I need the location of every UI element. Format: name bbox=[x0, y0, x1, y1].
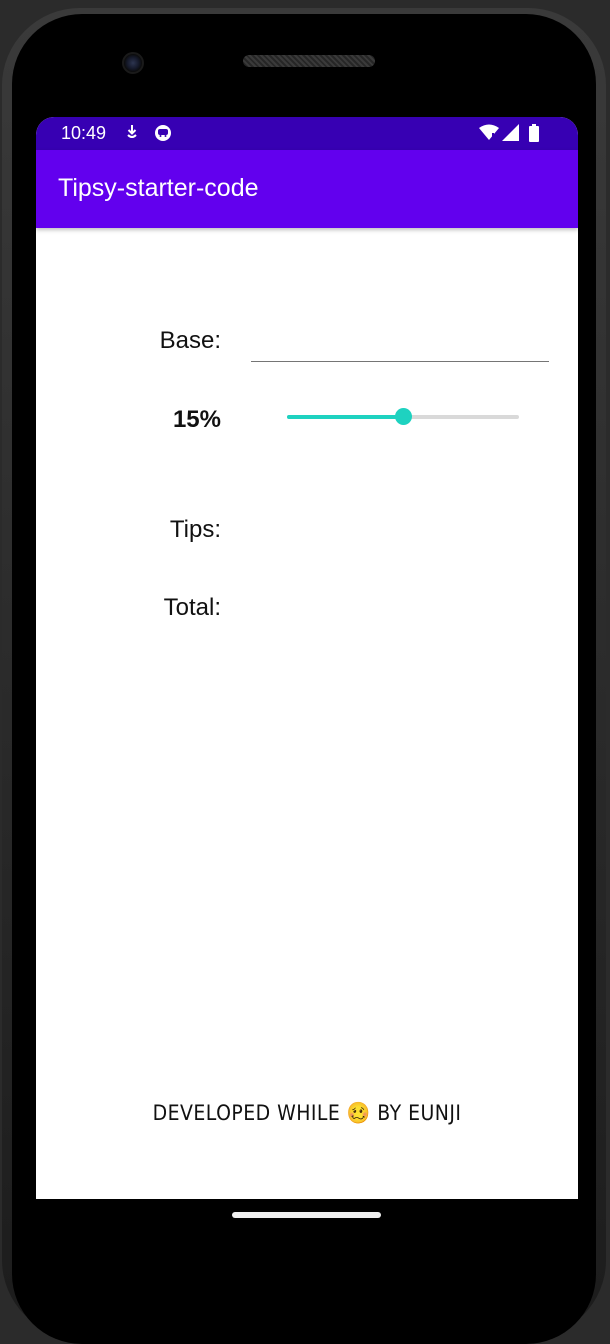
android-face-icon bbox=[154, 124, 172, 146]
slider-thumb[interactable] bbox=[395, 408, 412, 425]
app-bar: Tipsy-starter-code bbox=[36, 150, 578, 228]
woozy-face-emoji-icon: 🥴 bbox=[346, 1101, 371, 1125]
footer-text-before: DEVELOPED WHILE bbox=[152, 1101, 341, 1125]
front-camera-icon bbox=[122, 52, 144, 74]
slider-active-track bbox=[287, 415, 403, 419]
tip-percent-label: 15% bbox=[172, 406, 221, 433]
earpiece-speaker bbox=[243, 55, 375, 67]
wifi-icon bbox=[479, 124, 499, 145]
total-label: Total: bbox=[163, 594, 221, 621]
phone-screen: 10:49 Tipsy-starter-code Base: 15% Tips:… bbox=[36, 117, 578, 1199]
tips-label: Tips: bbox=[169, 516, 221, 543]
base-label: Base: bbox=[159, 327, 221, 354]
app-title: Tipsy-starter-code bbox=[58, 174, 259, 202]
home-indicator[interactable] bbox=[232, 1212, 381, 1218]
battery-icon bbox=[529, 124, 539, 146]
footer-text-after: BY EUNJI bbox=[377, 1101, 462, 1125]
tip-percent-slider[interactable] bbox=[287, 408, 519, 425]
download-icon bbox=[125, 124, 139, 144]
status-bar: 10:49 bbox=[36, 117, 578, 150]
footer-credit: DEVELOPED WHILE 🥴 BY EUNJI bbox=[63, 1101, 551, 1126]
cellular-signal-icon bbox=[502, 124, 519, 145]
base-amount-input[interactable] bbox=[251, 321, 549, 362]
status-time: 10:49 bbox=[61, 123, 107, 143]
